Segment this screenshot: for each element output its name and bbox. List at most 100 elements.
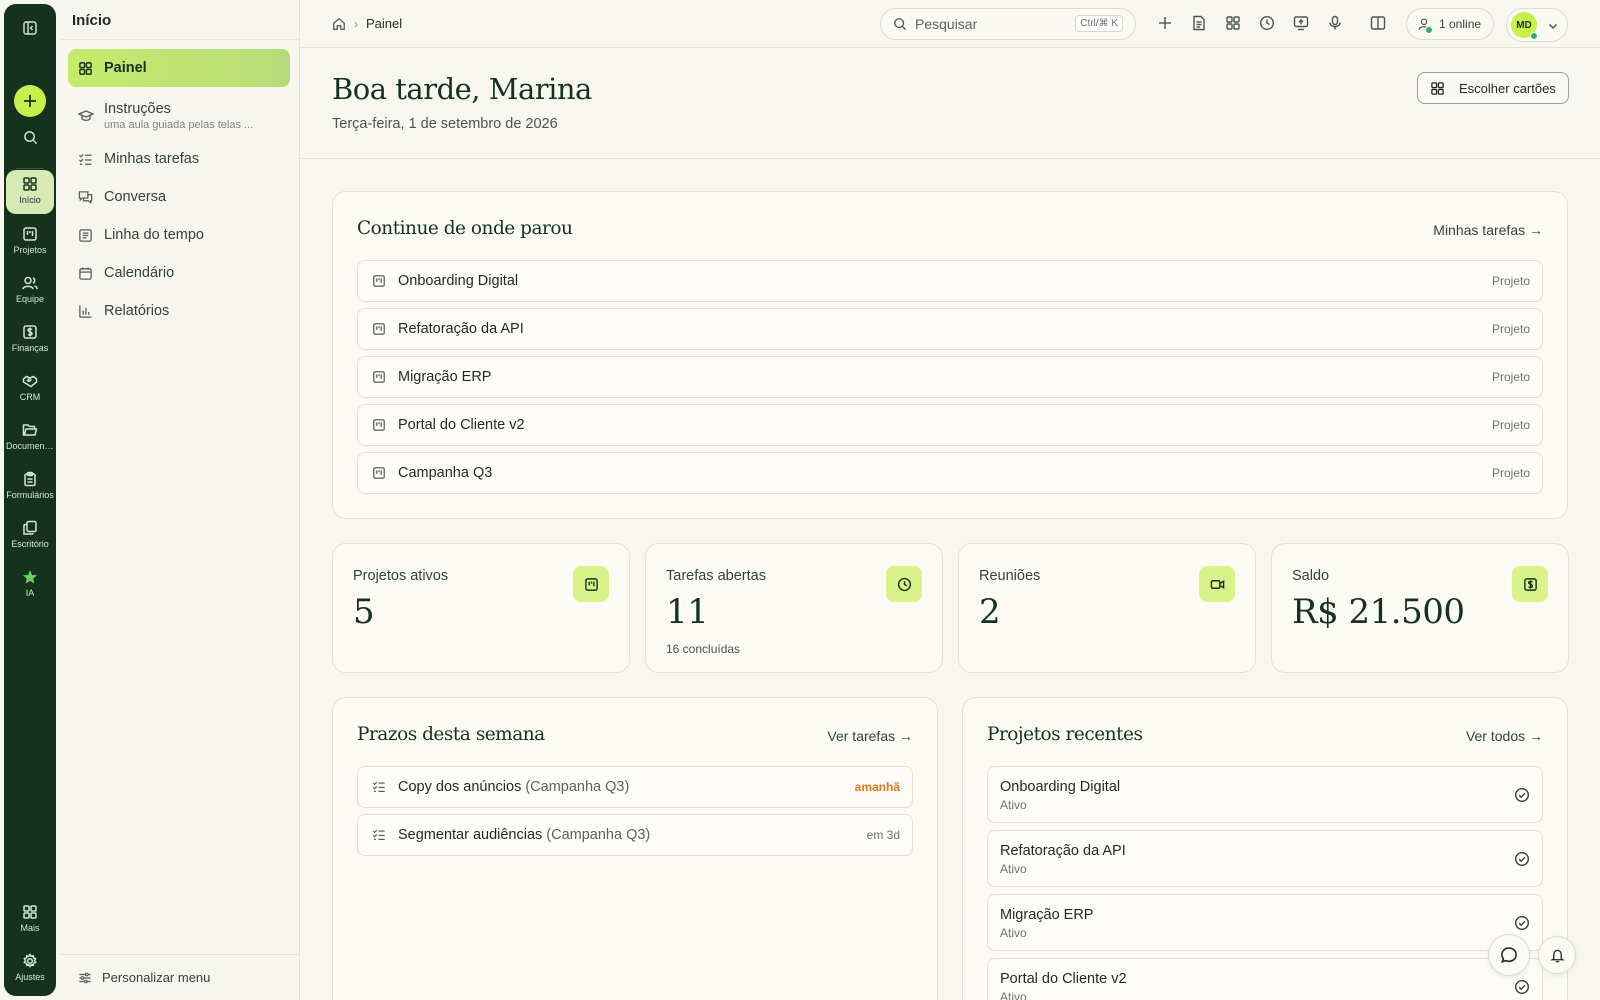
stat-value: 11	[666, 592, 709, 632]
timer-button[interactable]	[1259, 15, 1275, 31]
project-row[interactable]: Migração ERP Ativo	[987, 894, 1543, 951]
search-icon	[23, 131, 37, 145]
sidebar-item-linha-do-tempo[interactable]: Linha do tempo	[68, 216, 290, 254]
bar-chart-icon	[78, 304, 94, 319]
customize-menu-button[interactable]: Personalizar menu	[60, 954, 300, 1000]
plus-icon	[1159, 17, 1171, 29]
stat-card-balance[interactable]: Saldo R$ 21.500	[1271, 543, 1569, 673]
kanban-icon	[372, 370, 386, 384]
rail-more-button[interactable]: Mais	[4, 898, 56, 942]
kanban-icon	[23, 227, 37, 241]
sidebar-item-label: Linha do tempo	[104, 227, 204, 243]
rail-item-projetos[interactable]: Projetos	[4, 220, 56, 264]
rail-search-button[interactable]	[4, 130, 56, 150]
rail-item-documentos[interactable]: Documentos	[4, 416, 56, 460]
kanban-icon	[372, 322, 386, 336]
stat-label: Tarefas abertas	[666, 568, 766, 584]
check-circle-icon	[1514, 851, 1530, 867]
greeting-title: Boa tarde, Marina	[332, 72, 592, 106]
rail-settings-button[interactable]: Ajustes	[4, 947, 56, 991]
rail-item-label: Início	[19, 195, 41, 205]
project-row[interactable]: Refatoração da API Ativo	[987, 830, 1543, 887]
chevron-right-icon: ›	[354, 16, 358, 31]
graduation-cap-icon	[78, 108, 94, 124]
customize-menu-label: Personalizar menu	[102, 970, 211, 985]
rail-item-equipe[interactable]: Equipe	[4, 269, 56, 313]
sliders-icon	[78, 971, 92, 985]
sidebar-item-instrucoes[interactable]: Instruções uma aula guiada pelas telas .…	[68, 94, 290, 138]
stat-value: 5	[353, 592, 375, 632]
rail-item-formularios[interactable]: Formulários	[4, 465, 56, 509]
clock-icon	[1259, 15, 1275, 31]
task-row[interactable]: Segmentar audiências (Campanha Q3) em 3d	[357, 814, 913, 856]
rail-item-escritorio[interactable]: Escritório	[4, 514, 56, 558]
project-status: Ativo	[1000, 862, 1027, 876]
current-date: Terça-feira, 1 de setembro de 2026	[332, 116, 558, 132]
task-row[interactable]: Copy dos anúncios (Campanha Q3) amanhã	[357, 766, 913, 808]
grid-icon	[23, 905, 37, 919]
sidebar-item-label: Instruções	[104, 101, 171, 117]
notifications-button[interactable]	[1538, 936, 1576, 974]
sidebar-item-calendario[interactable]: Calendário	[68, 254, 290, 292]
item-name: Migração ERP	[398, 369, 492, 385]
video-icon	[1199, 566, 1235, 602]
rail-item-label: CRM	[19, 392, 41, 402]
sidebar-item-relatorios[interactable]: Relatórios	[68, 292, 290, 330]
stat-card-open-tasks[interactable]: Tarefas abertas 11 16 concluídas	[645, 543, 943, 673]
project-name: Migração ERP	[1000, 907, 1094, 923]
screen-share-button[interactable]	[1293, 15, 1309, 31]
choose-cards-button[interactable]: Escolher cartões	[1417, 72, 1569, 104]
chat-fab-button[interactable]	[1488, 934, 1530, 976]
stat-card-meetings[interactable]: Reuniões 2	[958, 543, 1256, 673]
deadlines-card: Prazos desta semana Ver tarefas → Copy d…	[332, 697, 938, 1000]
kanban-icon	[573, 566, 609, 602]
task-project: (Campanha Q3)	[546, 827, 651, 843]
list-item[interactable]: Refatoração da API Projeto	[357, 308, 1543, 350]
profile-menu-button[interactable]: MD	[1506, 8, 1568, 42]
list-item[interactable]: Migração ERP Projeto	[357, 356, 1543, 398]
apps-button[interactable]	[1225, 15, 1241, 31]
split-view-button[interactable]	[1370, 15, 1386, 31]
create-button[interactable]	[14, 85, 46, 117]
voice-button[interactable]	[1327, 15, 1343, 31]
rail-item-label: Escritório	[11, 539, 49, 549]
notes-button[interactable]	[1191, 15, 1207, 31]
stat-value: 2	[979, 592, 1001, 632]
task-project: (Campanha Q3)	[525, 779, 630, 795]
stat-subtext: 16 concluídas	[666, 642, 741, 656]
rail-item-ia[interactable]: IA	[4, 563, 56, 607]
project-row[interactable]: Portal do Cliente v2 Ativo	[987, 958, 1543, 1000]
search-input[interactable]: Pesquisar Ctrl/⌘ K	[880, 8, 1136, 40]
check-circle-icon	[1514, 915, 1530, 931]
sidebar-title: Início	[60, 0, 299, 40]
choose-cards-label: Escolher cartões	[1459, 80, 1556, 96]
sidebar-item-conversa[interactable]: Conversa	[68, 178, 290, 216]
stat-card-active-projects[interactable]: Projetos ativos 5	[332, 543, 630, 673]
collapse-sidebar-button[interactable]	[4, 20, 56, 40]
list-item[interactable]: Portal do Cliente v2 Projeto	[357, 404, 1543, 446]
continue-card-title: Continue de onde parou	[357, 218, 573, 239]
kanban-icon	[372, 418, 386, 432]
sidebar-item-painel[interactable]: Painel	[68, 49, 290, 87]
list-item[interactable]: Onboarding Digital Projeto	[357, 260, 1543, 302]
home-icon[interactable]	[332, 17, 346, 31]
online-users-button[interactable]: 1 online	[1406, 8, 1494, 40]
item-type: Projeto	[1491, 466, 1530, 480]
due-label: em 3d	[866, 828, 900, 842]
kanban-icon	[372, 274, 386, 288]
rail-item-label: IA	[25, 588, 35, 598]
grid-icon	[78, 61, 94, 76]
sidebar-item-minhas-tarefas[interactable]: Minhas tarefas	[68, 140, 290, 178]
rail-divider	[16, 168, 44, 169]
sidebar: Início Painel Instruções uma aula guiada…	[60, 0, 300, 1000]
project-row[interactable]: Onboarding Digital Ativo	[987, 766, 1543, 823]
search-placeholder: Pesquisar	[915, 16, 978, 32]
new-item-button[interactable]	[1157, 15, 1173, 31]
view-all-link[interactable]: Ver todos →	[1466, 728, 1543, 744]
rail-item-financas[interactable]: Finanças	[4, 318, 56, 362]
list-item[interactable]: Campanha Q3 Projeto	[357, 452, 1543, 494]
rail-item-inicio[interactable]: Início	[6, 170, 54, 214]
view-tasks-link[interactable]: Ver tarefas →	[827, 728, 913, 744]
rail-item-crm[interactable]: CRM	[4, 367, 56, 411]
my-tasks-link[interactable]: Minhas tarefas →	[1433, 222, 1543, 238]
